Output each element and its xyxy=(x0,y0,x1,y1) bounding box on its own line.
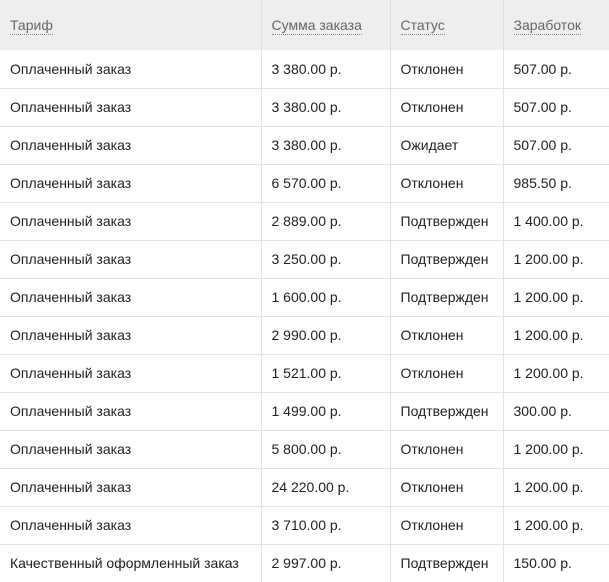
cell-status: Отклонен xyxy=(390,429,504,468)
cell-amount: 3 380.00 р. xyxy=(261,50,391,88)
sort-link-tariff[interactable]: Тариф xyxy=(10,17,53,35)
cell-tariff: Оплаченный заказ xyxy=(0,201,262,240)
cell-tariff: Оплаченный заказ xyxy=(0,391,262,430)
table-row: Оплаченный заказ 24 220.00 р. Отклонен 1 20… xyxy=(0,467,609,506)
cell-tariff: Оплаченный заказ xyxy=(0,163,262,202)
cell-amount: 3 250.00 р. xyxy=(261,239,391,278)
cell-amount: 1 521.00 р. xyxy=(261,353,391,392)
cell-amount: 5 800.00 р. xyxy=(261,429,391,468)
table-row: Оплаченный заказ 1 600.00 р. Подтвержден 1 … xyxy=(0,277,609,316)
cell-earnings: 1 200.00 р. xyxy=(503,467,609,506)
cell-amount: 2 889.00 р. xyxy=(261,201,391,240)
cell-earnings: 507.00 р. xyxy=(503,125,609,164)
table-body: Оплаченный заказ 3 380.00 р. Отклонен 507.0… xyxy=(0,50,609,582)
cell-amount: 3 380.00 р. xyxy=(261,125,391,164)
cell-status: Подтвержден xyxy=(390,391,504,430)
sort-link-amount[interactable]: Сумма заказа xyxy=(271,17,362,35)
cell-tariff: Оплаченный заказ xyxy=(0,467,262,506)
cell-status: Отклонен xyxy=(390,87,504,126)
cell-status: Отклонен xyxy=(390,163,504,202)
table-row: Оплаченный заказ 3 380.00 р. Ожидает 507.00… xyxy=(0,125,609,164)
cell-tariff: Оплаченный заказ xyxy=(0,505,262,544)
sort-link-earnings[interactable]: Заработок xyxy=(513,17,581,35)
cell-earnings: 507.00 р. xyxy=(513,60,572,77)
cell-amount: 3 710.00 р. xyxy=(261,505,391,544)
cell-amount: 2 997.00 р. xyxy=(261,543,391,582)
column-header-status[interactable]: Статус xyxy=(390,0,504,50)
cell-status: Подтвержден xyxy=(390,201,504,240)
table-row: Оплаченный заказ 3 380.00 р. Отклонен 507.0… xyxy=(0,87,609,126)
table-row: Оплаченный заказ 2 889.00 р. Подтвержден 1 … xyxy=(0,201,609,240)
table-row: Оплаченный заказ 3 380.00 р. Отклонен 507.0… xyxy=(0,50,609,88)
cell-status: Подтвержден xyxy=(390,543,504,582)
cell-tariff: Оплаченный заказ xyxy=(0,50,262,88)
cell-tariff: Качественный оформленный заказ xyxy=(0,543,262,582)
cell-status: Отклонен xyxy=(390,315,504,354)
cell-status: Отклонен xyxy=(390,353,504,392)
cell-earnings: 1 200.00 р. xyxy=(503,429,609,468)
sort-link-status[interactable]: Статус xyxy=(400,17,445,35)
cell-status: Подтвержден xyxy=(390,277,504,316)
header-row: Тариф Сумма заказа Статус Заработок xyxy=(0,0,609,50)
cell-tariff: Оплаченный заказ xyxy=(0,87,262,126)
table-row: Оплаченный заказ 3 710.00 р. Отклонен 1 200… xyxy=(0,505,609,544)
cell-earnings: 1 200.00 р. xyxy=(503,353,609,392)
table-row: Оплаченный заказ 5 800.00 р. Отклонен 1 200… xyxy=(0,429,609,468)
cell-earnings: 1 200.00 р. xyxy=(503,505,609,544)
cell-amount: 6 570.00 р. xyxy=(261,163,391,202)
cell-earnings: 985.50 р. xyxy=(503,163,609,202)
table-header: Тариф Сумма заказа Статус Заработок xyxy=(0,0,609,50)
orders-table: Тариф Сумма заказа Статус Заработок Опла… xyxy=(0,0,609,582)
column-header-earnings[interactable]: Заработок xyxy=(503,0,609,50)
cell-amount: 2 990.00 р. xyxy=(261,315,391,354)
cell-status: Отклонен xyxy=(390,505,504,544)
cell-earnings: 300.00 р. xyxy=(503,391,609,430)
cell-tariff: Оплаченный заказ xyxy=(0,125,262,164)
cell-status: Отклонен xyxy=(390,467,504,506)
cell-amount: 1 600.00 р. xyxy=(261,277,391,316)
cell-earnings: 507.00 р. xyxy=(503,87,609,126)
cell-earnings: 1 200.00 р. xyxy=(503,277,609,316)
cell-tariff: Оплаченный заказ xyxy=(0,429,262,468)
table-row: Оплаченный заказ 1 521.00 р. Отклонен 1 200… xyxy=(0,353,609,392)
cell-status: Ожидает xyxy=(390,125,504,164)
cell-amount: 1 499.00 р. xyxy=(261,391,391,430)
column-header-tariff[interactable]: Тариф xyxy=(0,0,262,50)
cell-earnings: 1 200.00 р. xyxy=(503,239,609,278)
cell-tariff: Оплаченный заказ xyxy=(0,277,262,316)
table-row: Качественный оформленный заказ 2 997.00 р… xyxy=(0,543,609,582)
cell-status: Подтвержден xyxy=(390,239,504,278)
cell-earnings: 1 400.00 р. xyxy=(503,201,609,240)
cell-earnings: 1 200.00 р. xyxy=(503,315,609,354)
table-row: Оплаченный заказ 2 990.00 р. Отклонен 1 200… xyxy=(0,315,609,354)
table-row: Оплаченный заказ 6 570.00 р. Отклонен 985.5… xyxy=(0,163,609,202)
cell-amount: 3 380.00 р. xyxy=(261,87,391,126)
column-header-amount[interactable]: Сумма заказа xyxy=(261,0,391,50)
cell-tariff: Оплаченный заказ xyxy=(0,353,262,392)
cell-amount: 24 220.00 р. xyxy=(261,467,391,506)
cell-earnings: 150.00 р. xyxy=(503,543,609,582)
table-row: Оплаченный заказ 3 250.00 р. Подтвержден 1 … xyxy=(0,239,609,278)
cell-tariff: Оплаченный заказ xyxy=(0,239,262,278)
cell-status: Отклонен xyxy=(390,50,504,88)
table-row: Оплаченный заказ 1 499.00 р. Подтвержден 30… xyxy=(0,391,609,430)
cell-tariff: Оплаченный заказ xyxy=(0,315,262,354)
